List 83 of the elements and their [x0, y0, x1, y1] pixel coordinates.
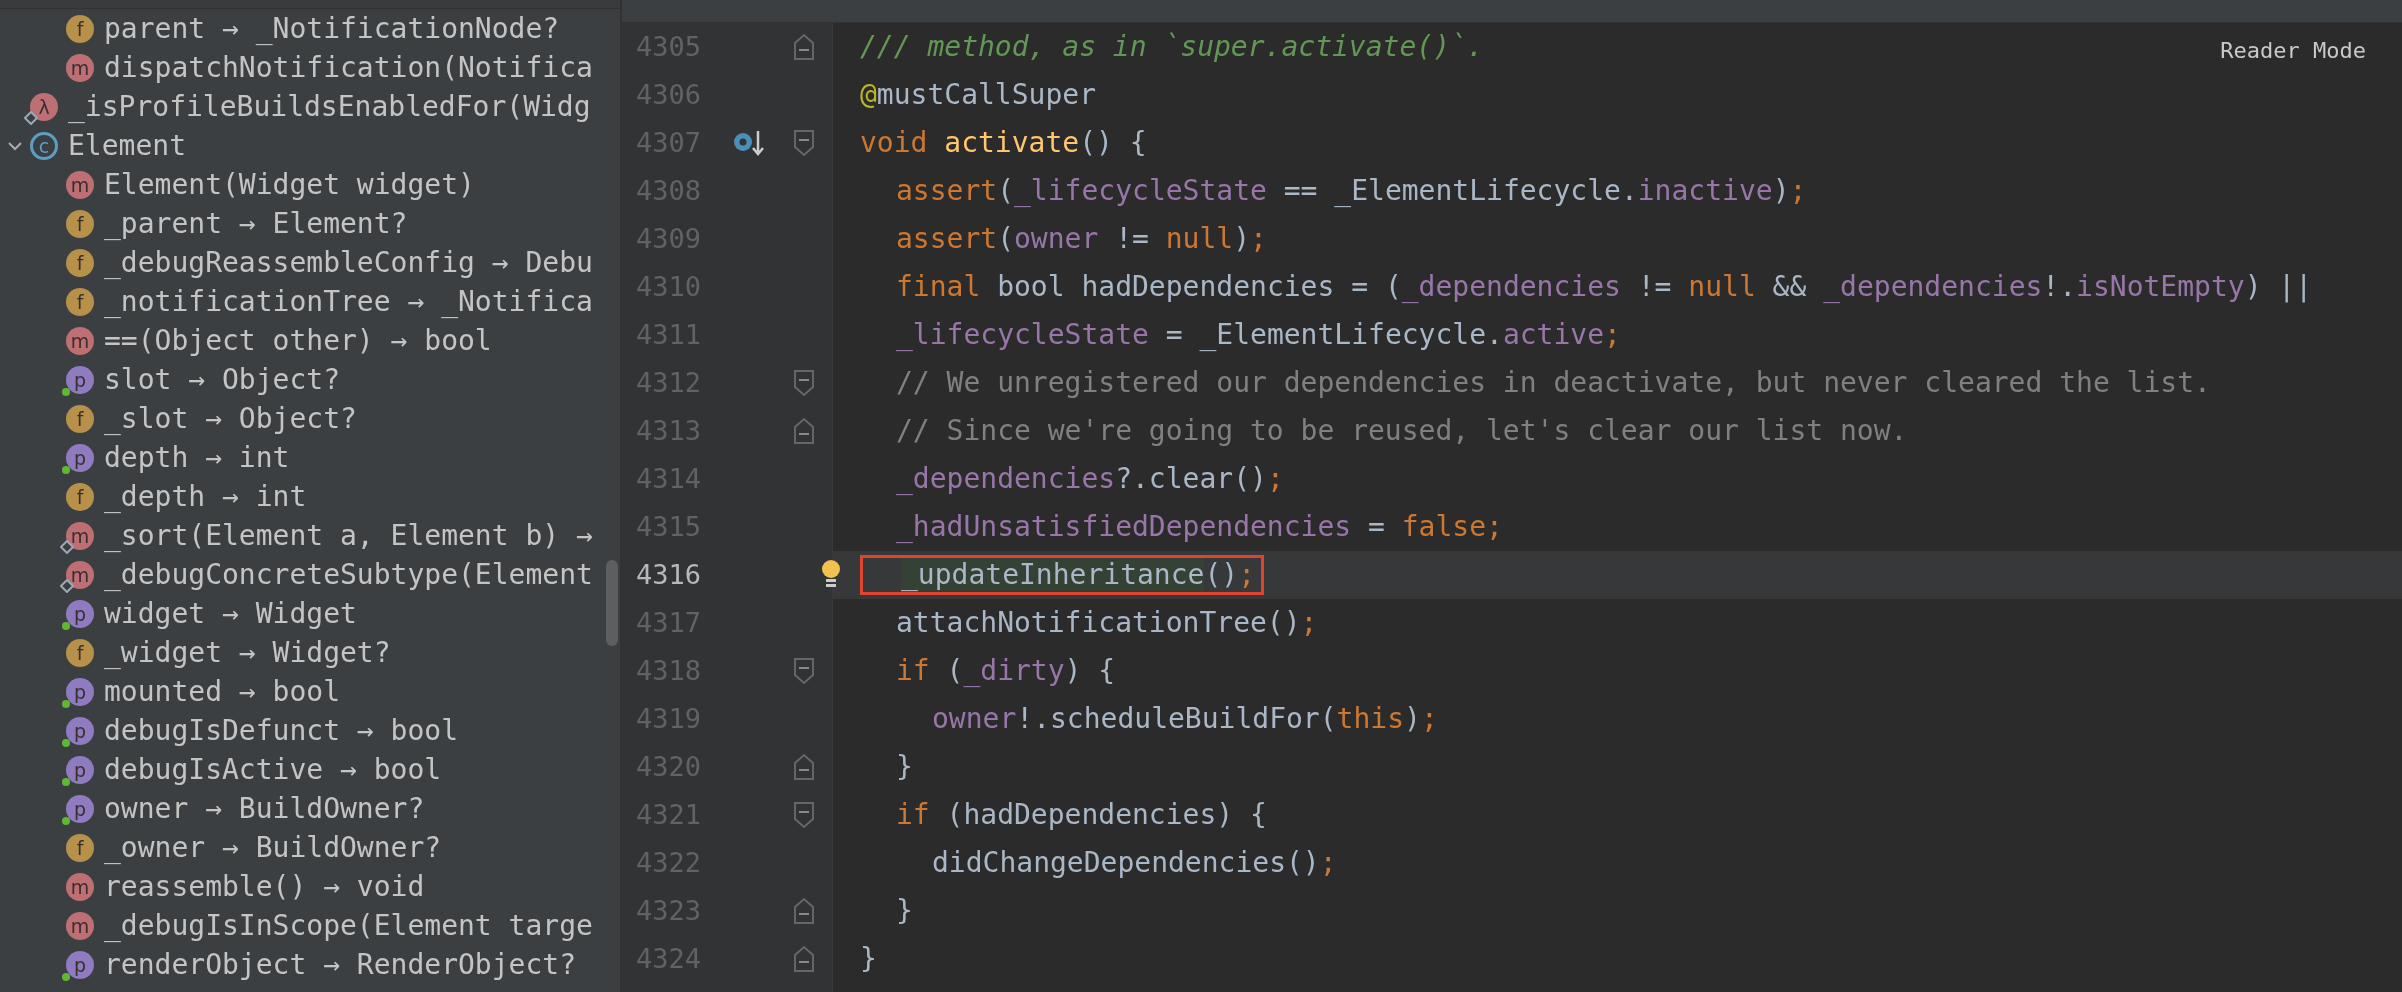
method-badge-icon: m [66, 326, 94, 355]
fold-end-icon[interactable] [793, 753, 815, 781]
structure-item[interactable]: _notificationTree → _Notifica [104, 282, 593, 321]
property-badge-icon: p [66, 716, 94, 745]
code-line: @mustCallSuper [860, 77, 1096, 113]
code-line: final bool hadDependencies = (_dependencies != null && _dependencies!.isNotEmpty) || [895, 269, 2313, 305]
line-number: 4316 [635, 558, 703, 592]
structure-item[interactable]: _isProfileBuildsEnabledFor(Widg [68, 87, 591, 126]
structure-item[interactable]: owner → BuildOwner? [104, 789, 425, 828]
property-badge-icon: p [66, 755, 94, 784]
class-badge-icon: c [30, 131, 58, 160]
code-line: assert(owner != null); [895, 221, 1267, 257]
property-badge-icon: p [66, 794, 94, 823]
method-badge-icon: m [66, 911, 94, 940]
code-line: // We unregistered our dependencies in deactivate, but never cleared the list. [895, 365, 2211, 401]
fold-end-icon[interactable] [793, 945, 815, 973]
structure-item[interactable]: _parent → Element? [104, 204, 408, 243]
code-line: assert(_lifecycleState == _ElementLifecycle.inactive); [895, 173, 1807, 209]
field-badge-icon: f [66, 833, 94, 862]
property-badge-icon: p [66, 599, 94, 628]
structure-item[interactable]: parent → _NotificationNode? [104, 9, 560, 48]
structure-item[interactable]: _depth → int [104, 477, 307, 516]
property-badge-icon: p [66, 950, 94, 979]
structure-item[interactable]: _widget → Widget? [104, 633, 391, 672]
code-line: } [895, 749, 913, 785]
code-line: void activate() { [860, 125, 1147, 161]
field-badge-icon: f [66, 287, 94, 316]
code-line: _hadUnsatisfiedDependencies = false; [895, 509, 1503, 545]
code-line: _dependencies?.clear(); [895, 461, 1284, 497]
structure-item[interactable]: widget → Widget [104, 594, 357, 633]
field-badge-icon: f [66, 209, 94, 238]
structure-item[interactable]: reassemble() → void [104, 867, 425, 906]
structure-item[interactable]: Element(Widget widget) [104, 165, 475, 204]
chevron-down-icon[interactable] [7, 139, 23, 152]
method-badge-icon: m [66, 53, 94, 82]
code-line: owner!.scheduleBuildFor(this); [931, 701, 1438, 737]
fold-start-icon[interactable] [793, 801, 815, 829]
code-line: /// method, as in `super.activate()`. [860, 29, 1484, 65]
property-badge-icon: p [66, 365, 94, 394]
fold-end-icon[interactable] [793, 417, 815, 445]
structure-item[interactable]: dispatchNotification(Notifica [104, 48, 593, 87]
code-line: // Since we're going to be reused, let's clear our list now. [895, 413, 1908, 449]
structure-item[interactable]: _debugReassembleConfig → Debu [104, 243, 593, 282]
structure-item[interactable]: _slot → Object? [104, 399, 357, 438]
structure-item[interactable]: slot → Object? [104, 360, 340, 399]
structure-item[interactable]: _debugConcreteSubtype(Element [104, 555, 593, 594]
code-line: if (hadDependencies) { [895, 797, 1267, 833]
fold-start-icon[interactable] [793, 369, 815, 397]
override-icon[interactable] [732, 128, 766, 158]
fold-end-icon[interactable] [793, 33, 815, 61]
field-badge-icon: f [66, 482, 94, 511]
code-line: } [895, 893, 913, 929]
structure-item[interactable]: Element [68, 126, 186, 165]
fold-start-icon[interactable] [793, 129, 815, 157]
code-line: } [860, 941, 877, 977]
structure-item[interactable]: _owner → BuildOwner? [104, 828, 442, 867]
field-badge-icon: f [66, 248, 94, 277]
structure-item[interactable]: depth → int [104, 438, 290, 477]
method-badge-icon: m [66, 872, 94, 901]
structure-item[interactable]: debugIsDefunct → bool [104, 711, 458, 750]
scrollbar[interactable] [606, 560, 618, 646]
structure-item[interactable]: debugIsActive → bool [104, 750, 442, 789]
fold-start-icon[interactable] [793, 657, 815, 685]
property-badge-icon: p [66, 443, 94, 472]
structure-item[interactable]: renderObject → RenderObject? [104, 945, 576, 984]
field-badge-icon: f [66, 638, 94, 667]
function-badge-icon: λ [30, 92, 58, 121]
code-line: attachNotificationTree(); [895, 605, 1318, 641]
structure-item[interactable]: mounted → bool [104, 672, 340, 711]
reader-mode-label[interactable]: Reader Mode [2220, 38, 2366, 63]
method-badge-icon: m [66, 560, 94, 589]
fold-end-icon[interactable] [793, 897, 815, 925]
code-line: _lifecycleState = _ElementLifecycle.active; [895, 317, 1621, 353]
structure-item[interactable]: _debugIsInScope(Element targe [104, 906, 593, 945]
field-badge-icon: f [66, 14, 94, 43]
structure-item[interactable]: _sort(Element a, Element b) → [104, 516, 593, 555]
field-badge-icon: f [66, 404, 94, 433]
structure-item[interactable]: ==(Object other) → bool [104, 321, 492, 360]
code-line: if (_dirty) { [895, 653, 1116, 689]
method-badge-icon: m [66, 170, 94, 199]
property-badge-icon: p [66, 677, 94, 706]
code-line: didChangeDependencies(); [931, 845, 1337, 881]
method-badge-icon: m [66, 521, 94, 550]
